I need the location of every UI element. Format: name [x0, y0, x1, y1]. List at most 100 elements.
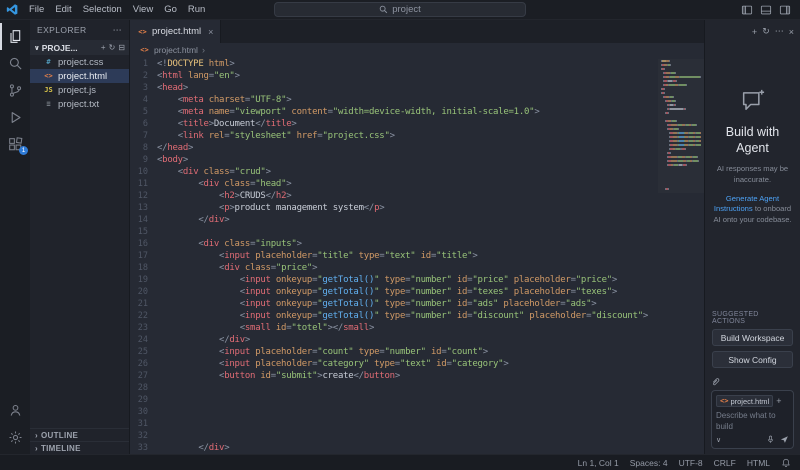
mode-picker-icon[interactable]: ∨: [716, 436, 721, 444]
line-number: 26: [137, 359, 148, 369]
code-line[interactable]: 18 <div class="price">: [130, 262, 704, 274]
explorer-view-icon[interactable]: [0, 23, 30, 50]
close-panel-icon[interactable]: ×: [789, 27, 794, 37]
line-number: 24: [137, 335, 148, 345]
run-debug-view-icon[interactable]: [0, 104, 30, 131]
explorer-more-actions-icon[interactable]: ⋯: [113, 25, 122, 36]
close-tab-icon[interactable]: ×: [208, 27, 213, 37]
timeline-section[interactable]: › TIMELINE: [30, 441, 129, 454]
code-line[interactable]: 12 <h2>CRUDS</h2>: [130, 190, 704, 202]
search-view-icon[interactable]: [0, 50, 30, 77]
settings-gear-icon[interactable]: [0, 424, 30, 451]
extensions-view-icon[interactable]: 1: [0, 131, 30, 158]
line-number: 20: [137, 287, 148, 297]
build-workspace-button[interactable]: Build Workspace: [712, 329, 793, 347]
chat-bubble-icon: [712, 87, 793, 115]
code-line[interactable]: 15: [130, 226, 704, 238]
language-mode[interactable]: HTML: [747, 458, 770, 468]
search-icon: [379, 5, 388, 14]
new-chat-icon[interactable]: +: [752, 27, 757, 37]
code-line[interactable]: 14 </div>: [130, 214, 704, 226]
code-line[interactable]: 11 <div class="head">: [130, 178, 704, 190]
code-line[interactable]: 6 <title>Document</title>: [130, 118, 704, 130]
chat-history-icon[interactable]: ↻: [762, 26, 770, 37]
code-line[interactable]: 22 <input onkeyup="getTotal()" type="num…: [130, 310, 704, 322]
code-line[interactable]: 8 </head>: [130, 142, 704, 154]
code-line[interactable]: 25 <input placeholder="count" type="numb…: [130, 346, 704, 358]
file-item-project.txt[interactable]: ≡ project.txt: [30, 97, 129, 111]
workspace-folder[interactable]: ∨ PROJE... + ↻ ⊟: [30, 40, 129, 55]
code-line[interactable]: 21 <input onkeyup="getTotal()" type="num…: [130, 298, 704, 310]
code-line[interactable]: 32: [130, 430, 704, 442]
code-line[interactable]: 20 <input onkeyup="getTotal()" type="num…: [130, 286, 704, 298]
toggle-secondary-sidebar-icon[interactable]: [779, 4, 791, 16]
toggle-panel-icon[interactable]: [760, 4, 772, 16]
outline-section[interactable]: › OUTLINE: [30, 428, 129, 441]
code-line[interactable]: 3 <head>: [130, 82, 704, 94]
attach-context-icon[interactable]: [711, 377, 721, 387]
cursor-position[interactable]: Ln 1, Col 1: [578, 458, 619, 468]
chat-input-box[interactable]: <> project.html + Describe what to build…: [711, 390, 794, 449]
code-line[interactable]: 16 <div class="inputs">: [130, 238, 704, 250]
encoding[interactable]: UTF-8: [679, 458, 703, 468]
code-line[interactable]: 7 <link rel="stylesheet" href="project.c…: [130, 130, 704, 142]
menu-edit[interactable]: Edit: [50, 2, 76, 17]
mic-icon[interactable]: [766, 435, 775, 444]
eol-sequence[interactable]: CRLF: [714, 458, 736, 468]
code-line[interactable]: 28: [130, 382, 704, 394]
breadcrumb[interactable]: <> project.html ›: [130, 43, 704, 57]
add-context-icon[interactable]: +: [776, 396, 781, 406]
new-file-icon[interactable]: +: [101, 43, 106, 52]
menu-run[interactable]: Run: [183, 2, 210, 17]
tab-project-html[interactable]: <> project.html ×: [130, 20, 222, 43]
chat-more-icon[interactable]: ⋯: [775, 26, 784, 37]
menu-go[interactable]: Go: [159, 2, 182, 17]
menu-view[interactable]: View: [128, 2, 158, 17]
code-line[interactable]: 13 <p>product management system</p>: [130, 202, 704, 214]
code-area[interactable]: 1 <!DOCTYPE html> 2 <html lang="en"> 3 <head>…: [130, 57, 704, 454]
code-line[interactable]: 19 <input onkeyup="getTotal()" type="num…: [130, 274, 704, 286]
context-chip[interactable]: <> project.html: [716, 395, 774, 408]
code-line[interactable]: 30: [130, 406, 704, 418]
toggle-primary-sidebar-icon[interactable]: [741, 4, 753, 16]
line-content: <input placeholder="category" type="text…: [219, 359, 509, 369]
chat-input-placeholder[interactable]: Describe what to build: [716, 411, 789, 432]
file-list: # project.css <> project.html JS project.js ≡ p…: [30, 55, 129, 111]
notifications-bell-icon[interactable]: [781, 458, 791, 468]
html-file-icon: <>: [138, 27, 147, 36]
code-line[interactable]: 33 </div>: [130, 442, 704, 454]
menu-file[interactable]: File: [24, 2, 49, 17]
menu-selection[interactable]: Selection: [78, 2, 127, 17]
timeline-label: TIMELINE: [40, 443, 81, 453]
code-line[interactable]: 27 <button id="submit">create</button>: [130, 370, 704, 382]
file-item-project.html[interactable]: <> project.html: [30, 69, 129, 83]
line-content: <input placeholder="title" type="text" i…: [219, 251, 478, 261]
code-line[interactable]: 31: [130, 418, 704, 430]
breadcrumb-item[interactable]: project.html: [154, 45, 198, 55]
code-line[interactable]: 1 <!DOCTYPE html>: [130, 58, 704, 70]
source-control-view-icon[interactable]: [0, 77, 30, 104]
code-line[interactable]: 24 </div>: [130, 334, 704, 346]
code-line[interactable]: 2 <html lang="en">: [130, 70, 704, 82]
minimap[interactable]: [658, 59, 704, 193]
line-content: <input onkeyup="getTotal()" type="number…: [239, 275, 618, 285]
file-item-project.css[interactable]: # project.css: [30, 55, 129, 69]
indentation[interactable]: Spaces: 4: [630, 458, 668, 468]
command-center-search[interactable]: project: [274, 2, 526, 17]
account-icon[interactable]: [0, 397, 30, 424]
refresh-explorer-icon[interactable]: ↻: [109, 43, 116, 52]
file-item-project.js[interactable]: JS project.js: [30, 83, 129, 97]
send-icon[interactable]: [780, 435, 789, 444]
code-line[interactable]: 10 <div class="crud">: [130, 166, 704, 178]
code-line[interactable]: 9 <body>: [130, 154, 704, 166]
code-line[interactable]: 4 <meta charset="UTF-8">: [130, 94, 704, 106]
code-line[interactable]: 29: [130, 394, 704, 406]
show-config-button[interactable]: Show Config: [712, 351, 793, 369]
code-line[interactable]: 5 <meta name="viewport" content="width=d…: [130, 106, 704, 118]
extensions-badge: 1: [19, 146, 28, 155]
code-line[interactable]: 17 <input placeholder="title" type="text…: [130, 250, 704, 262]
css-file-icon: #: [46, 58, 51, 66]
code-line[interactable]: 26 <input placeholder="category" type="t…: [130, 358, 704, 370]
code-line[interactable]: 23 <small id="totel"></small>: [130, 322, 704, 334]
collapse-folders-icon[interactable]: ⊟: [118, 43, 125, 52]
